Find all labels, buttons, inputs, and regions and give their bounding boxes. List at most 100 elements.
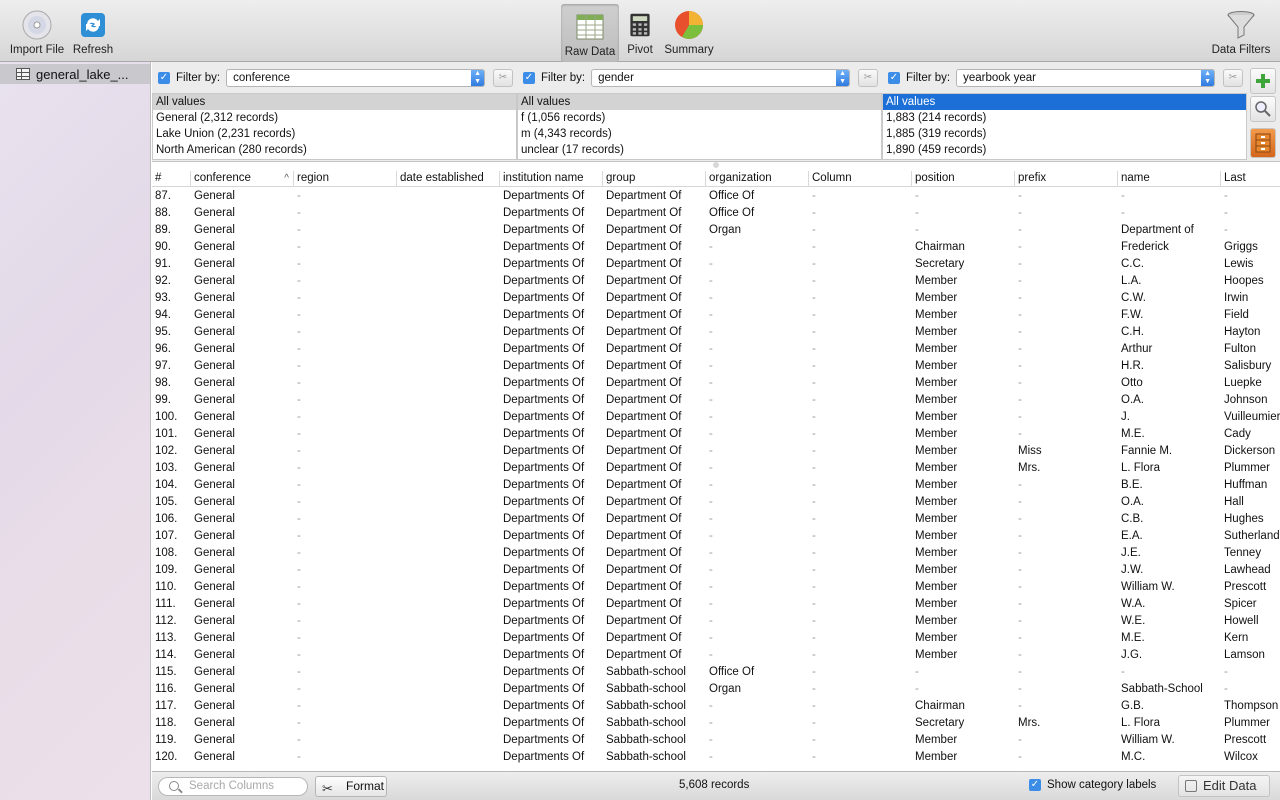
list-item[interactable]: General (2,312 records) — [153, 110, 516, 126]
table-cell[interactable] — [397, 545, 500, 562]
table-cell[interactable] — [397, 341, 500, 358]
table-cell[interactable]: Department Of — [603, 205, 706, 222]
list-item[interactable]: 1,883 (214 records) — [883, 110, 1246, 126]
table-cell[interactable]: General — [191, 188, 294, 205]
table-cell[interactable]: Department Of — [603, 409, 706, 426]
table-cell[interactable]: General — [191, 256, 294, 273]
table-cell[interactable]: Member — [912, 324, 1015, 341]
column-header[interactable]: date established — [397, 171, 500, 187]
table-cell[interactable]: - — [706, 562, 809, 579]
table-cell[interactable] — [397, 239, 500, 256]
column-header[interactable]: conference ^ — [191, 171, 294, 187]
table-cell[interactable]: Department Of — [603, 358, 706, 375]
table-cell[interactable]: General — [191, 392, 294, 409]
table-cell[interactable]: 92. — [152, 273, 191, 290]
table-row[interactable]: 96. General - Departments Of Department Of - -… — [152, 341, 1280, 358]
table-cell[interactable]: Organ — [706, 222, 809, 239]
table-cell[interactable]: - — [706, 256, 809, 273]
table-cell[interactable]: Department Of — [603, 222, 706, 239]
table-cell[interactable]: - — [1015, 698, 1118, 715]
table-cell[interactable]: - — [809, 732, 912, 749]
table-cell[interactable]: - — [1015, 596, 1118, 613]
table-cell[interactable]: L. Flora — [1118, 460, 1221, 477]
table-cell[interactable]: J. — [1118, 409, 1221, 426]
table-row[interactable]: 114. General - Departments Of Department Of -… — [152, 647, 1280, 664]
table-cell[interactable]: - — [294, 205, 397, 222]
table-cell[interactable]: Hall — [1221, 494, 1280, 511]
table-cell[interactable]: General — [191, 732, 294, 749]
table-cell[interactable]: Department Of — [603, 307, 706, 324]
table-cell[interactable]: - — [809, 613, 912, 630]
table-cell[interactable]: Member — [912, 613, 1015, 630]
table-cell[interactable]: Departments Of — [500, 664, 603, 681]
table-cell[interactable]: Department of — [1118, 222, 1221, 239]
table-cell[interactable]: - — [809, 511, 912, 528]
table-cell[interactable]: C.W. — [1118, 290, 1221, 307]
table-cell[interactable]: Departments Of — [500, 647, 603, 664]
table-row[interactable]: 94. General - Departments Of Department Of - -… — [152, 307, 1280, 324]
list-item[interactable]: unclear (17 records) — [518, 142, 881, 158]
table-cell[interactable]: Departments Of — [500, 528, 603, 545]
table-cell[interactable]: 112. — [152, 613, 191, 630]
table-cell[interactable]: Plummer — [1221, 460, 1280, 477]
table-cell[interactable]: 100. — [152, 409, 191, 426]
table-cell[interactable]: General — [191, 579, 294, 596]
table-cell[interactable]: - — [809, 596, 912, 613]
table-cell[interactable]: Departments Of — [500, 273, 603, 290]
table-cell[interactable]: Departments Of — [500, 477, 603, 494]
table-cell[interactable]: - — [809, 256, 912, 273]
table-cell[interactable]: General — [191, 630, 294, 647]
show-category-checkbox[interactable]: ✓ — [1029, 779, 1041, 791]
table-cell[interactable]: Member — [912, 307, 1015, 324]
table-cell[interactable]: - — [706, 647, 809, 664]
table-cell[interactable]: - — [294, 273, 397, 290]
table-row[interactable]: 104. General - Departments Of Department Of -… — [152, 477, 1280, 494]
table-cell[interactable]: - — [809, 205, 912, 222]
table-cell[interactable]: - — [1015, 664, 1118, 681]
table-cell[interactable]: Organ — [706, 681, 809, 698]
table-cell[interactable]: Departments Of — [500, 545, 603, 562]
table-cell[interactable]: Member — [912, 528, 1015, 545]
format-button[interactable]: ✂ Format — [315, 776, 387, 797]
table-cell[interactable]: - — [706, 375, 809, 392]
list-item[interactable]: All values — [153, 94, 516, 110]
table-cell[interactable]: J.W. — [1118, 562, 1221, 579]
table-cell[interactable]: Departments Of — [500, 307, 603, 324]
table-cell[interactable]: - — [294, 715, 397, 732]
table-cell[interactable]: - — [294, 307, 397, 324]
table-cell[interactable]: William W. — [1118, 732, 1221, 749]
table-cell[interactable]: - — [294, 562, 397, 579]
table-cell[interactable]: Department Of — [603, 528, 706, 545]
table-cell[interactable]: - — [912, 664, 1015, 681]
table-cell[interactable]: - — [706, 545, 809, 562]
table-cell[interactable]: Member — [912, 290, 1015, 307]
table-cell[interactable]: - — [706, 749, 809, 766]
table-cell[interactable]: - — [1015, 426, 1118, 443]
table-cell[interactable]: Office Of — [706, 188, 809, 205]
filter-field-select[interactable]: yearbook year ▲ ▼ — [956, 69, 1216, 87]
table-cell[interactable]: Department Of — [603, 579, 706, 596]
column-header[interactable]: organization — [706, 171, 809, 187]
table-cell[interactable]: - — [706, 528, 809, 545]
filter-enable-checkbox[interactable]: ✓ — [523, 72, 535, 84]
column-header[interactable]: group — [603, 171, 706, 187]
table-cell[interactable]: Departments Of — [500, 205, 603, 222]
table-cell[interactable]: - — [809, 392, 912, 409]
table-cell[interactable]: Hoopes — [1221, 273, 1280, 290]
table-cell[interactable]: Salisbury — [1221, 358, 1280, 375]
table-cell[interactable]: Griggs — [1221, 239, 1280, 256]
list-item[interactable]: All values — [883, 94, 1246, 110]
table-cell[interactable]: Sutherland — [1221, 528, 1280, 545]
table-cell[interactable]: Vuilleumier — [1221, 409, 1280, 426]
table-cell[interactable]: C.C. — [1118, 256, 1221, 273]
table-cell[interactable]: - — [1015, 239, 1118, 256]
table-cell[interactable]: - — [294, 749, 397, 766]
list-item[interactable]: All values — [518, 94, 881, 110]
table-cell[interactable]: - — [1221, 222, 1280, 239]
table-cell[interactable] — [397, 409, 500, 426]
table-cell[interactable]: Departments Of — [500, 715, 603, 732]
table-cell[interactable]: - — [294, 528, 397, 545]
table-cell[interactable]: Howell — [1221, 613, 1280, 630]
table-cell[interactable]: - — [809, 749, 912, 766]
table-cell[interactable] — [397, 596, 500, 613]
